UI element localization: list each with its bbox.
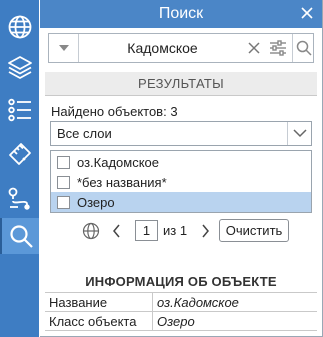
search-input[interactable]: Кадомское [80, 34, 245, 62]
search-panel: Поиск Кадомское РЕЗУЛЬТАТЫ Найдено объек… [40, 0, 323, 337]
left-toolbar [0, 0, 39, 337]
result-label: Озеро [77, 195, 115, 210]
layer-filter-toggle[interactable] [287, 122, 311, 145]
results-list: оз.Кадомское *без названия* Озеро [50, 150, 312, 213]
panel-title: Поиск [158, 5, 204, 22]
result-checkbox[interactable] [57, 196, 70, 209]
search-box: Кадомское [48, 33, 314, 63]
info-key: Класс объекта [49, 314, 137, 329]
result-label: *без названия* [77, 175, 167, 190]
close-icon[interactable] [298, 4, 316, 22]
triangle-down-icon [58, 45, 69, 51]
panel-header: Поиск [40, 0, 322, 28]
route-button[interactable] [2, 180, 38, 216]
search-panel-button[interactable] [0, 218, 39, 254]
object-info-table: Название оз.Кадомское Класс объекта Озер… [45, 292, 317, 331]
search-type-dropdown[interactable] [49, 34, 79, 62]
route-icon [8, 187, 30, 210]
globe-icon [8, 15, 32, 39]
list-item[interactable]: *без названия* [51, 172, 311, 192]
list-item[interactable]: оз.Кадомское [51, 152, 311, 172]
search-button[interactable] [292, 34, 314, 62]
map-button[interactable] [2, 9, 38, 45]
list-item-selected[interactable]: Озеро [51, 192, 311, 212]
magnifier-icon [296, 40, 312, 56]
info-row: Класс объекта Озеро [45, 312, 317, 331]
result-label: оз.Кадомское [77, 155, 160, 170]
page-number-input[interactable]: 1 [135, 220, 158, 241]
object-info-title: ИНФОРМАЦИЯ ОБ ОБЪЕКТЕ [85, 274, 277, 289]
ruler-icon [9, 143, 31, 165]
layer-filter-value: Все слои [57, 126, 112, 141]
chevron-down-icon [292, 129, 307, 138]
legend-button[interactable] [2, 92, 38, 128]
layers-button[interactable] [2, 49, 38, 85]
layer-filter-select[interactable]: Все слои [50, 121, 312, 146]
clear-icon[interactable] [245, 39, 263, 57]
globe-icon[interactable] [82, 222, 100, 240]
measure-button[interactable] [2, 136, 38, 172]
list-icon [8, 98, 31, 122]
chevron-left-icon[interactable] [110, 222, 124, 240]
info-value: Озеро [152, 312, 317, 330]
found-count: Найдено объектов: 3 [51, 104, 178, 119]
info-row: Название оз.Кадомское [45, 293, 317, 312]
chevron-right-icon[interactable] [198, 222, 212, 240]
result-checkbox[interactable] [57, 156, 70, 169]
page-of-text: из 1 [163, 223, 188, 238]
clear-button[interactable]: Очистить [219, 219, 289, 242]
pager: 1 из 1 Очистить [80, 218, 320, 244]
settings-sliders-icon[interactable] [268, 39, 288, 57]
result-checkbox[interactable] [57, 176, 70, 189]
info-value: оз.Кадомское [152, 293, 317, 311]
results-section-header: РЕЗУЛЬТАТЫ [45, 72, 317, 96]
search-icon [9, 225, 33, 248]
info-key: Название [49, 295, 108, 310]
layers-icon [8, 56, 32, 79]
